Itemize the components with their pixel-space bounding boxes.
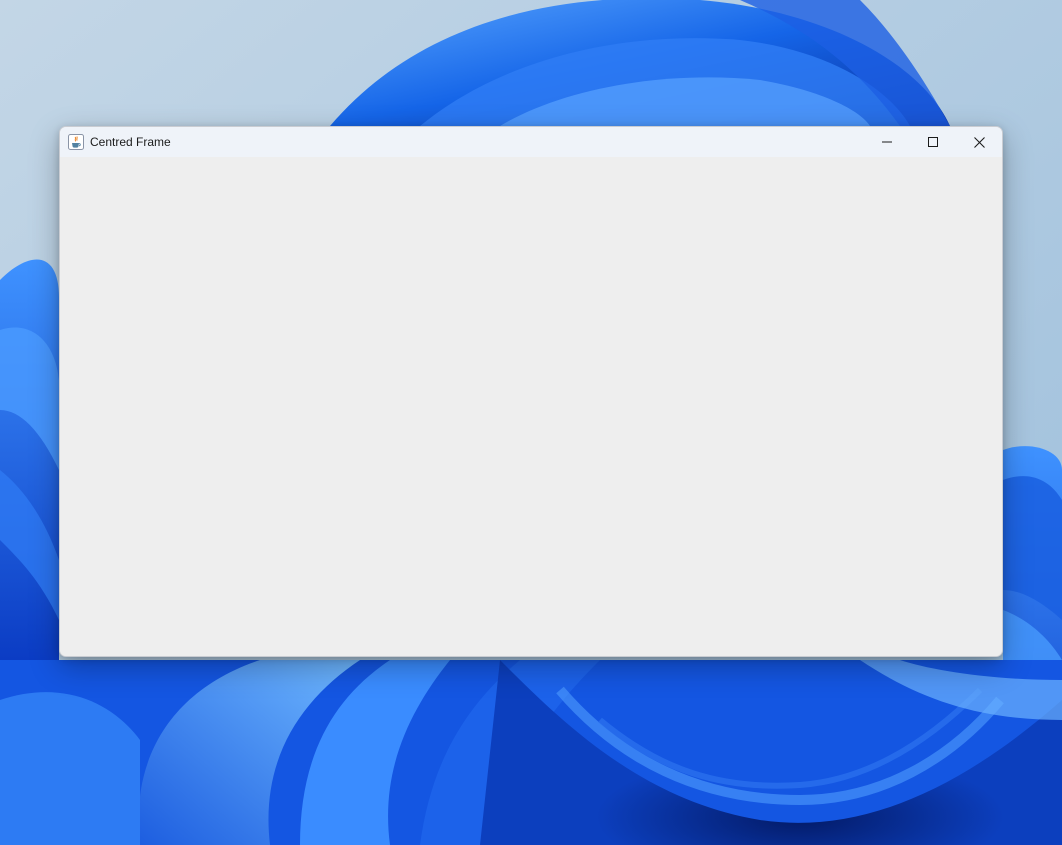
maximize-button[interactable] <box>910 127 956 157</box>
window-controls <box>864 127 1002 157</box>
java-coffee-cup-icon <box>68 134 84 150</box>
close-icon <box>973 136 985 148</box>
desktop: Centred Frame <box>0 0 1062 845</box>
title-bar[interactable]: Centred Frame <box>60 127 1002 157</box>
frame-content-area <box>60 157 1002 656</box>
window-title: Centred Frame <box>90 135 171 149</box>
minimize-button[interactable] <box>864 127 910 157</box>
minimize-icon <box>882 141 892 143</box>
maximize-icon <box>928 137 938 147</box>
close-button[interactable] <box>956 127 1002 157</box>
application-window: Centred Frame <box>59 126 1003 657</box>
